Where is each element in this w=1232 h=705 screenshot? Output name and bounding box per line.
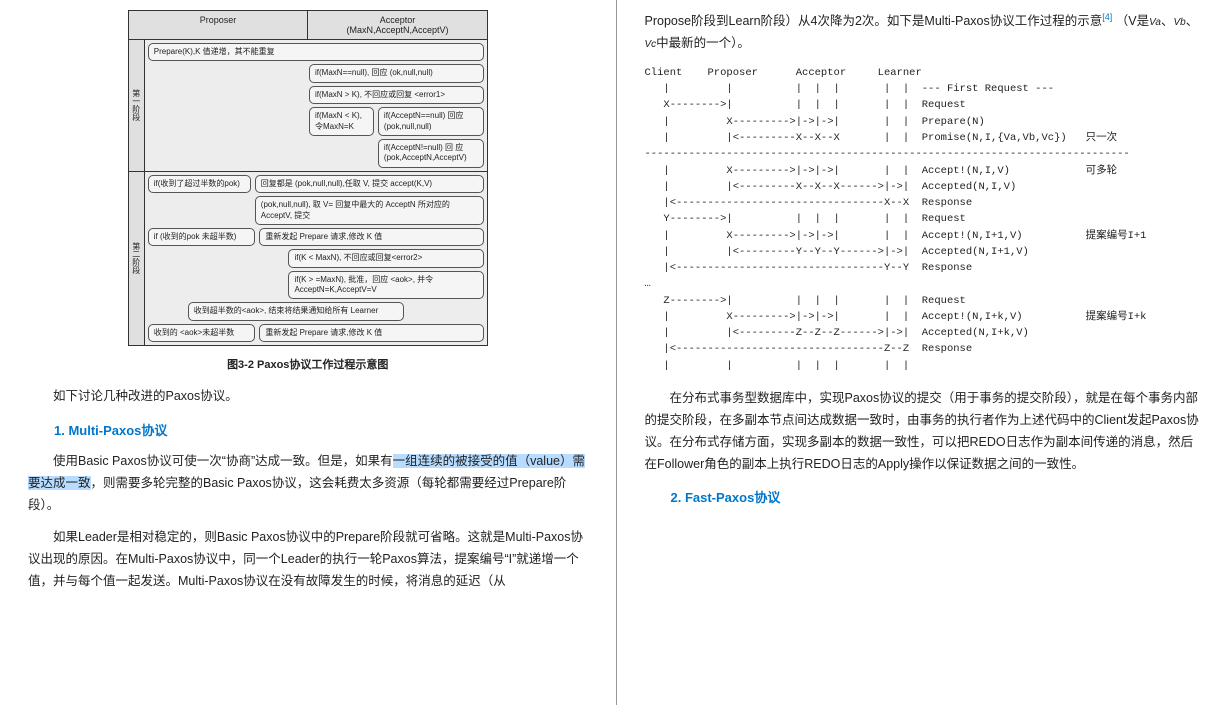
box-p2g-left: 收到的 <aok>未超半数	[148, 324, 256, 342]
header-acceptor: Acceptor (MaxN,AcceptN,AcceptV)	[308, 11, 487, 39]
box-p1c-left: if(MaxN < K), 令MaxN=K	[309, 107, 374, 136]
box-p2b: (pok,null,null), 取 V= 回复中最大的 AcceptN 所对应…	[255, 196, 484, 225]
heading-fast-paxos: 2. Fast-Paxos协议	[671, 487, 1205, 506]
box-p1a: if(MaxN==null), 回应 (ok,null,null)	[309, 64, 484, 82]
phase-2: 第二阶段 if(收到了超过半数的pok) 回复都是 (pok,null,null…	[129, 172, 487, 346]
box-p2g-right: 重新发起 Prepare 请求,修改 K 值	[259, 324, 483, 342]
box-p2f: 收到超半数的<aok>, 结束将结果通知给所有 Learner	[188, 302, 404, 320]
phase-2-label: 第二阶段	[129, 172, 145, 346]
diagram-caption: 图3-2 Paxos协议工作过程示意图	[28, 356, 588, 372]
left-intro: 如下讨论几种改进的Paxos协议。	[28, 386, 588, 408]
diagram-header: Proposer Acceptor (MaxN,AcceptN,AcceptV)	[129, 11, 487, 40]
phase-1-label: 第一阶段	[129, 40, 145, 171]
paxos-diagram: Proposer Acceptor (MaxN,AcceptN,AcceptV)…	[128, 10, 488, 346]
heading-multi-paxos: 1. Multi-Paxos协议	[54, 420, 588, 439]
phase-2-content: if(收到了超过半数的pok) 回复都是 (pok,null,null),任取 …	[145, 172, 487, 346]
right-p1d: 、	[1186, 14, 1199, 28]
box-prepare: Prepare(K),K 值递增，其不能重复	[148, 43, 484, 61]
left-p2: 如果Leader是相对稳定的，则Basic Paxos协议中的Prepare阶段…	[28, 527, 588, 593]
right-p1e: 中最新的一个）。	[656, 36, 750, 50]
page-right: Propose阶段到Learn阶段）从4次降为2次。如下是Multi-Paxos…	[617, 0, 1232, 705]
box-p2c-right: 重新发起 Prepare 请求,修改 K 值	[259, 228, 483, 246]
footnote-ref[interactable]: [4]	[1102, 12, 1112, 22]
box-p2e: if(K > =MaxN), 批准，回应 <aok>, 并令AcceptN=K,…	[288, 271, 483, 300]
box-p1d: if(AcceptN!=null) 回 应(pok,AcceptN,Accept…	[378, 139, 484, 168]
right-p2: 在分布式事务型数据库中，实现Paxos协议的提交（用于事务的提交阶段），就是在每…	[645, 388, 1205, 476]
page-left: Proposer Acceptor (MaxN,AcceptN,AcceptV)…	[0, 0, 616, 705]
box-p1c-right: if(AcceptN==null) 回应 (pok,null,null)	[378, 107, 484, 136]
multi-paxos-sequence: Client Proposer Acceptor Learner | | | |…	[645, 65, 1205, 374]
box-p2d: if(K < MaxN), 不回应或回复<error2>	[288, 249, 483, 267]
box-p2a-left: if(收到了超过半数的pok)	[148, 175, 251, 193]
right-p1b: （V是	[1116, 14, 1149, 28]
box-p2a-right: 回复都是 (pok,null,null),任取 V, 提交 accept(K,V…	[255, 175, 484, 193]
box-p2c-left: if (收到的pok 未超半数)	[148, 228, 256, 246]
right-p1c: 、	[1161, 14, 1174, 28]
vb: Vb	[1173, 17, 1185, 28]
vc: Vc	[645, 39, 657, 50]
right-p1a: Propose阶段到Learn阶段）从4次降为2次。如下是Multi-Paxos…	[645, 14, 1103, 28]
left-p1a: 使用Basic Paxos协议可使一次“协商”达成一致。但是，如果有	[53, 454, 393, 468]
phase-1: 第一阶段 Prepare(K),K 值递增，其不能重复 if(MaxN==nul…	[129, 40, 487, 172]
va: Va	[1149, 17, 1161, 28]
phase-1-content: Prepare(K),K 值递增，其不能重复 if(MaxN==null), 回…	[145, 40, 487, 171]
left-p1b: ，则需要多轮完整的Basic Paxos协议，这会耗费太多资源（每轮都需要经过P…	[28, 476, 566, 512]
left-p1: 使用Basic Paxos协议可使一次“协商”达成一致。但是，如果有一组连续的被…	[28, 451, 588, 517]
right-p1: Propose阶段到Learn阶段）从4次降为2次。如下是Multi-Paxos…	[645, 10, 1205, 55]
header-proposer: Proposer	[129, 11, 309, 39]
box-p1b: if(MaxN > K), 不回应或回复 <error1>	[309, 86, 484, 104]
